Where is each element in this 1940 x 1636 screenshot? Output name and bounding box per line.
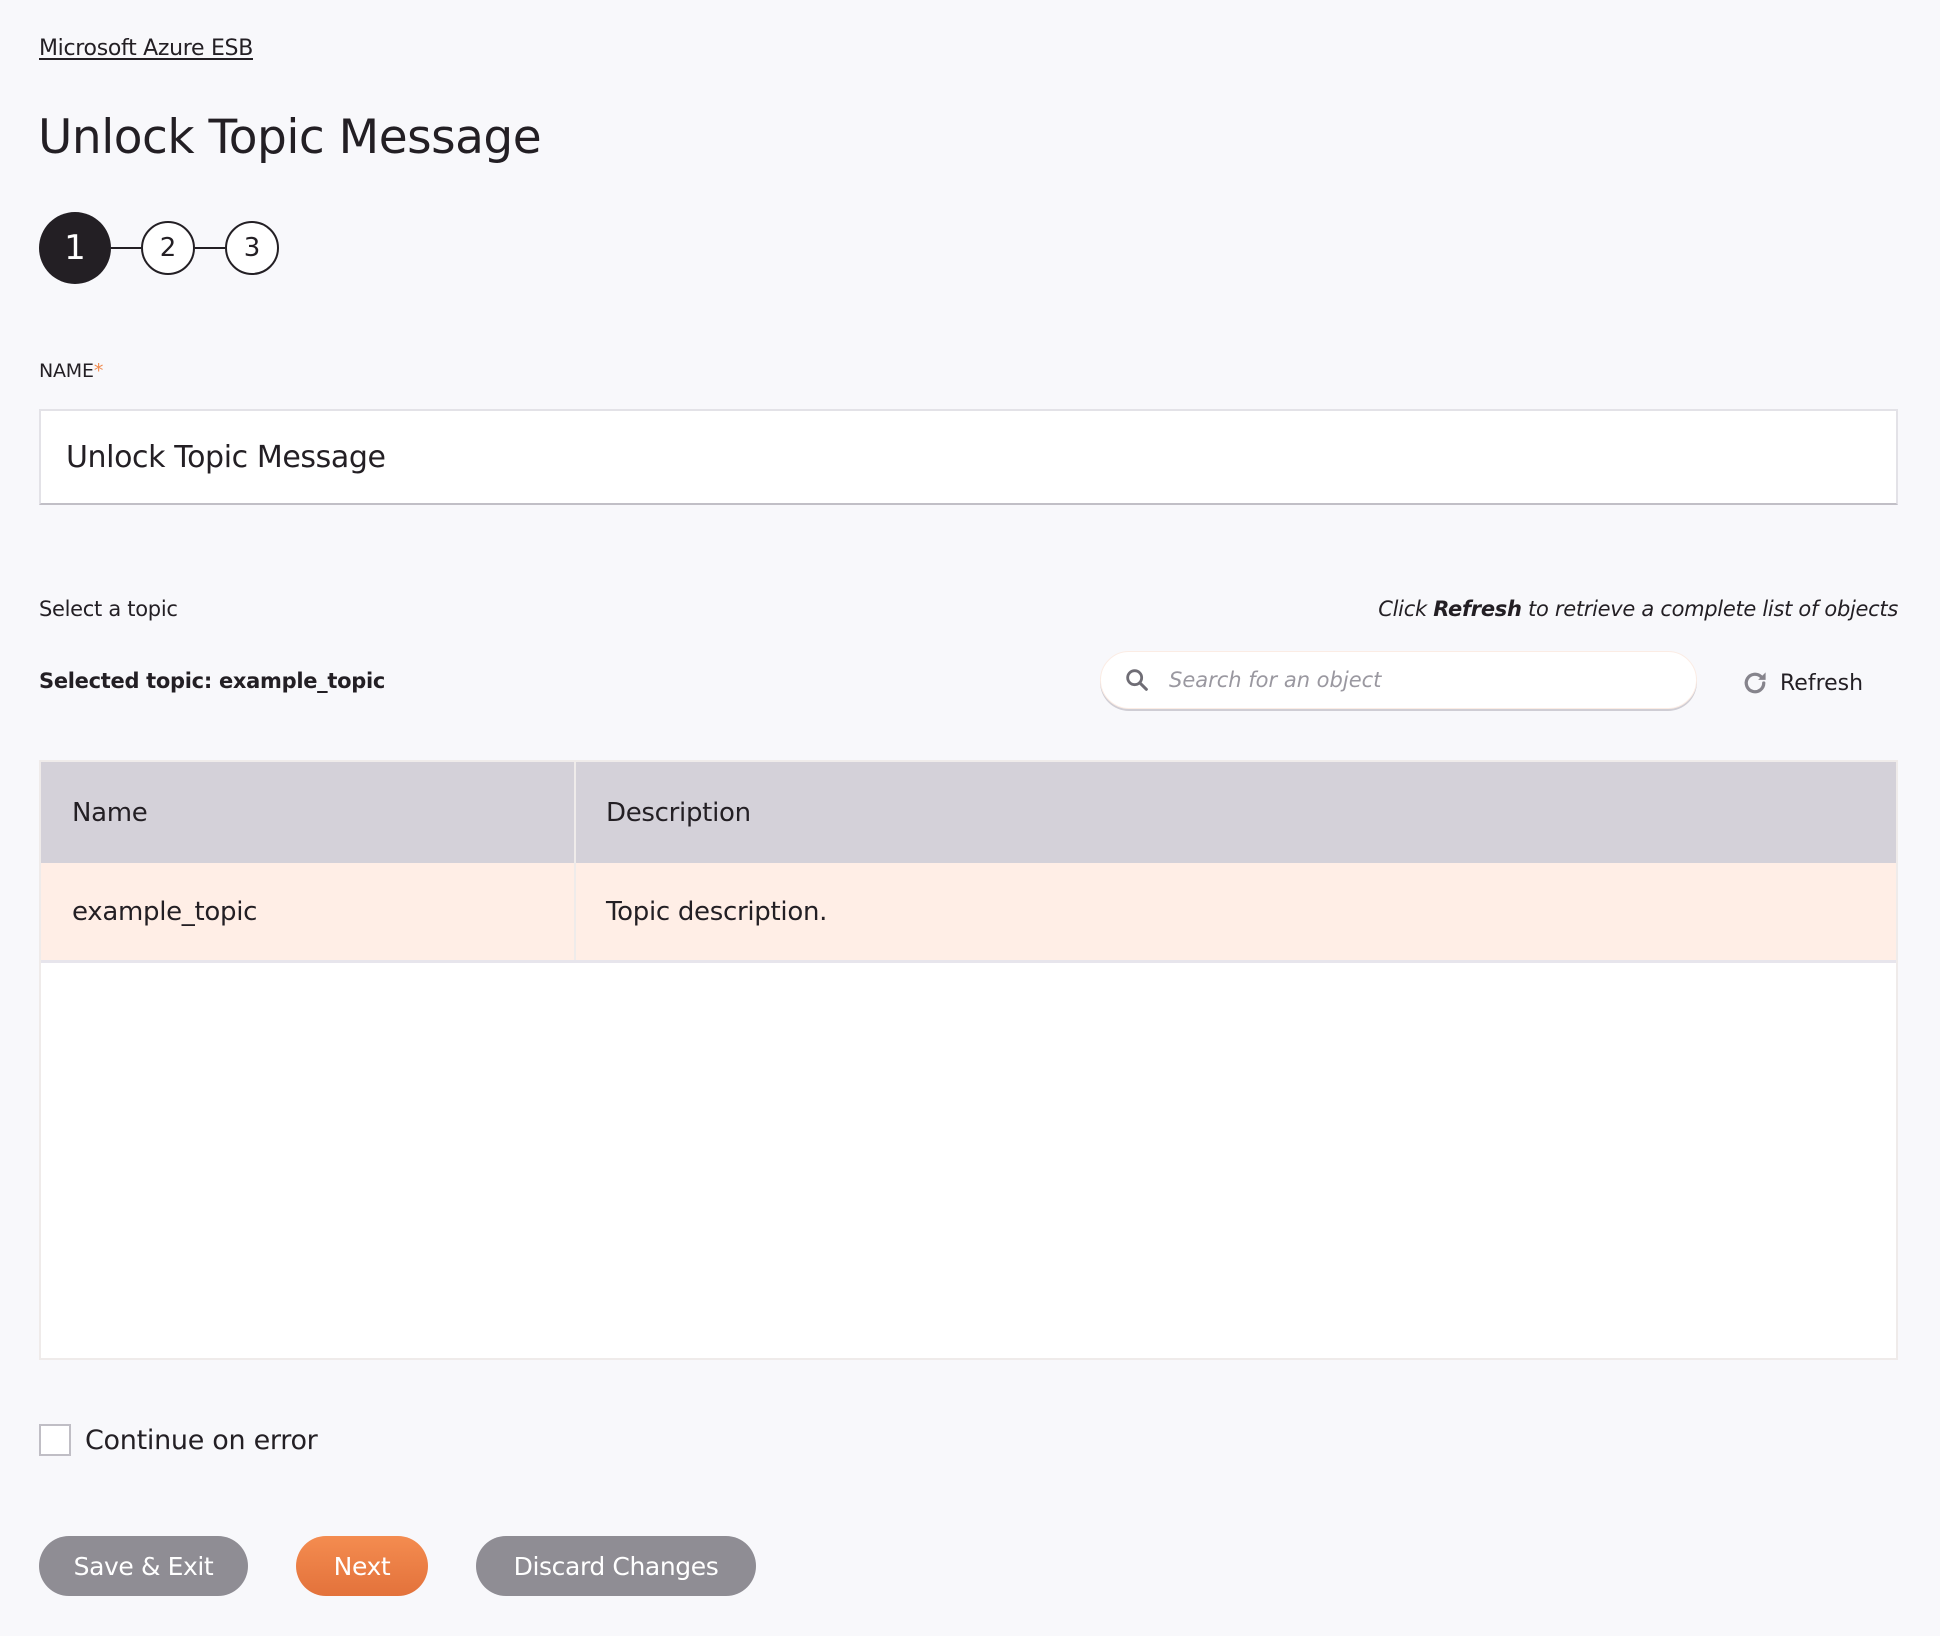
continue-on-error-label: Continue on error [85, 1424, 318, 1456]
stepper: 1 2 3 [39, 212, 299, 284]
selected-topic-value: example_topic [218, 669, 386, 693]
hint-emphasis: Refresh [1433, 597, 1522, 621]
refresh-icon [1744, 672, 1766, 694]
row-name-cell: example_topic [41, 863, 576, 960]
discard-changes-button[interactable]: Discard Changes [476, 1536, 756, 1596]
row-description-cell: Topic description. [606, 896, 828, 927]
hint-after: to retrieve a complete list of objects [1521, 597, 1898, 621]
continue-on-error-option[interactable]: Continue on error [39, 1424, 318, 1456]
topics-table: Name Description example_topic Topic des… [39, 760, 1898, 1360]
hint-before: Click [1378, 597, 1434, 621]
search-box[interactable] [1100, 651, 1697, 709]
required-asterisk: * [93, 360, 104, 382]
next-button[interactable]: Next [296, 1536, 428, 1596]
column-header-description[interactable]: Description [576, 762, 1896, 863]
stepper-connector [195, 247, 225, 249]
search-input[interactable] [1169, 668, 1696, 692]
selected-topic-prefix: Selected topic: [39, 669, 212, 693]
column-header-name[interactable]: Name [41, 762, 576, 863]
table-header: Name Description [41, 762, 1896, 863]
name-input[interactable] [39, 409, 1898, 505]
refresh-button[interactable]: Refresh [1740, 668, 1863, 698]
step-3[interactable]: 3 [225, 221, 279, 275]
name-label-text: NAME [39, 360, 94, 382]
refresh-hint: Click Refresh to retrieve a complete lis… [1378, 597, 1898, 621]
step-2[interactable]: 2 [141, 221, 195, 275]
name-field-label: NAME* [39, 360, 103, 382]
continue-on-error-checkbox[interactable] [39, 1424, 71, 1456]
step-1[interactable]: 1 [39, 212, 111, 284]
selected-topic: Selected topic: example_topic [39, 669, 385, 693]
search-icon [1126, 669, 1148, 691]
stepper-connector [111, 247, 141, 249]
refresh-label: Refresh [1780, 670, 1864, 696]
page-title: Unlock Topic Message [38, 110, 542, 165]
select-topic-label: Select a topic [39, 597, 178, 621]
save-exit-button[interactable]: Save & Exit [39, 1536, 248, 1596]
table-row[interactable]: example_topic Topic description. [41, 863, 1896, 963]
breadcrumb-link[interactable]: Microsoft Azure ESB [39, 36, 253, 61]
